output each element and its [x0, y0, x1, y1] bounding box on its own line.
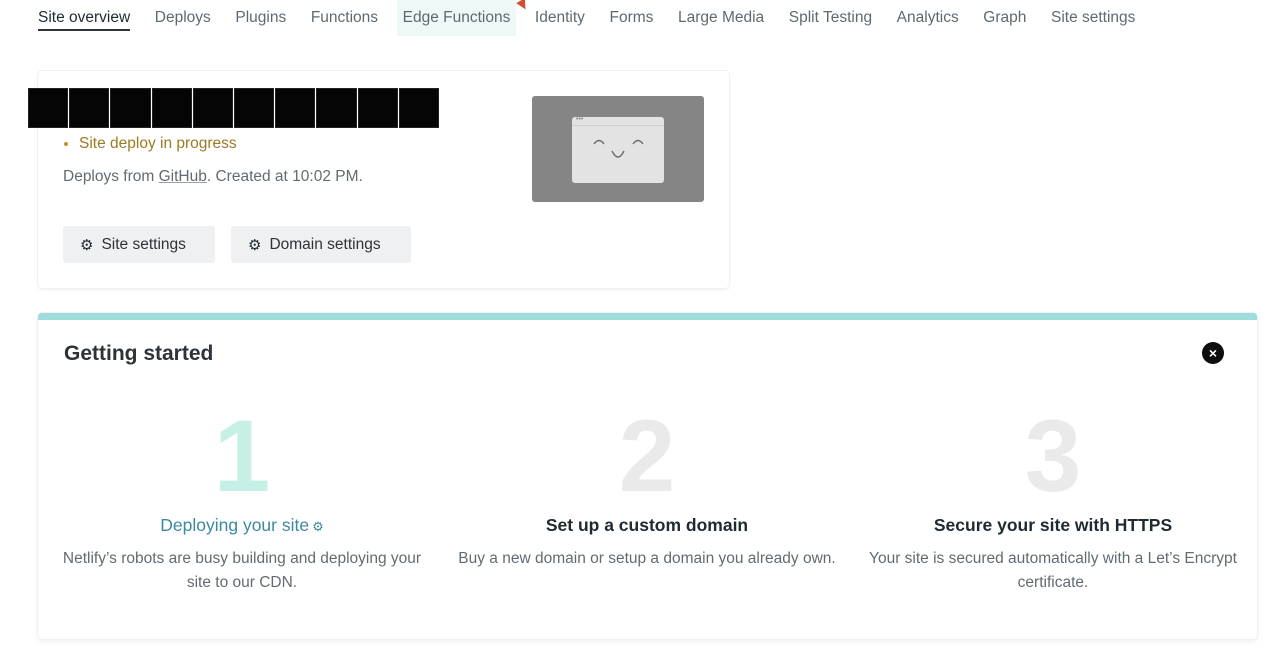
domain-settings-button[interactable]: ⚙ Domain settings	[231, 226, 411, 263]
deploy-info-prefix: Deploys from	[63, 168, 159, 185]
tab-plugins[interactable]: Plugins	[235, 0, 286, 36]
tab-deploys[interactable]: Deploys	[155, 0, 211, 36]
step-custom-domain: 2 Set up a custom domain Buy a new domai…	[457, 400, 837, 571]
step-number: 1	[213, 399, 271, 513]
step-description: Your site is secured automatically with …	[869, 550, 1237, 591]
gear-icon: ⚙	[248, 236, 262, 254]
tab-identity[interactable]: Identity	[535, 0, 585, 36]
step-description: Netlify’s robots are busy building and d…	[62, 550, 422, 591]
deploy-status-text: Site deploy in progress	[79, 135, 237, 152]
step-number: 3	[1024, 399, 1082, 513]
step-number: 2	[618, 399, 676, 513]
tab-functions[interactable]: Functions	[311, 0, 378, 36]
tab-site-overview[interactable]: Site overview	[38, 0, 131, 36]
step-https: 3 Secure your site with HTTPS Your site …	[863, 400, 1243, 595]
deploy-info: Deploys from GitHub. Created at 10:02 PM…	[63, 168, 363, 186]
tab-analytics[interactable]: Analytics	[897, 0, 959, 36]
tab-split-testing[interactable]: Split Testing	[789, 0, 872, 36]
github-link[interactable]: GitHub	[159, 168, 207, 185]
status-dot-icon	[64, 142, 68, 146]
tab-site-settings[interactable]: Site settings	[1051, 0, 1135, 36]
tab-forms[interactable]: Forms	[610, 0, 654, 36]
tab-graph[interactable]: Graph	[983, 0, 1026, 36]
spinner-gear-icon: ⚙	[312, 519, 324, 534]
tab-large-media[interactable]: Large Media	[678, 0, 764, 36]
step-description: Buy a new domain or setup a domain you a…	[458, 550, 836, 567]
domain-settings-label: Domain settings	[269, 235, 381, 253]
gear-icon: ⚙	[80, 236, 94, 254]
close-icon[interactable]: ×	[1202, 342, 1224, 364]
smiley-face-icon	[593, 139, 644, 158]
step-deploying: 1 Deploying your site ⚙ Netlify’s robots …	[52, 400, 432, 595]
step-heading-text: Deploying your site	[160, 515, 310, 535]
site-settings-button[interactable]: ⚙ Site settings	[63, 226, 215, 263]
site-nav: Site overview Deploys Plugins Functions …	[38, 0, 1160, 36]
getting-started-title: Getting started	[64, 342, 214, 365]
step-heading[interactable]: Secure your site with HTTPS	[863, 515, 1243, 536]
deploy-info-created: . Created at 10:02 PM.	[206, 168, 363, 185]
tab-edge-functions[interactable]: Edge Functions	[396, 0, 517, 36]
deploy-status: Site deploy in progress	[64, 135, 237, 153]
step-heading[interactable]: Deploying your site ⚙	[52, 515, 432, 536]
site-settings-label: Site settings	[101, 235, 186, 253]
step-heading[interactable]: Set up a custom domain	[457, 515, 837, 536]
redacted-site-name	[28, 88, 439, 128]
site-preview-thumbnail[interactable]: •••	[532, 96, 704, 202]
